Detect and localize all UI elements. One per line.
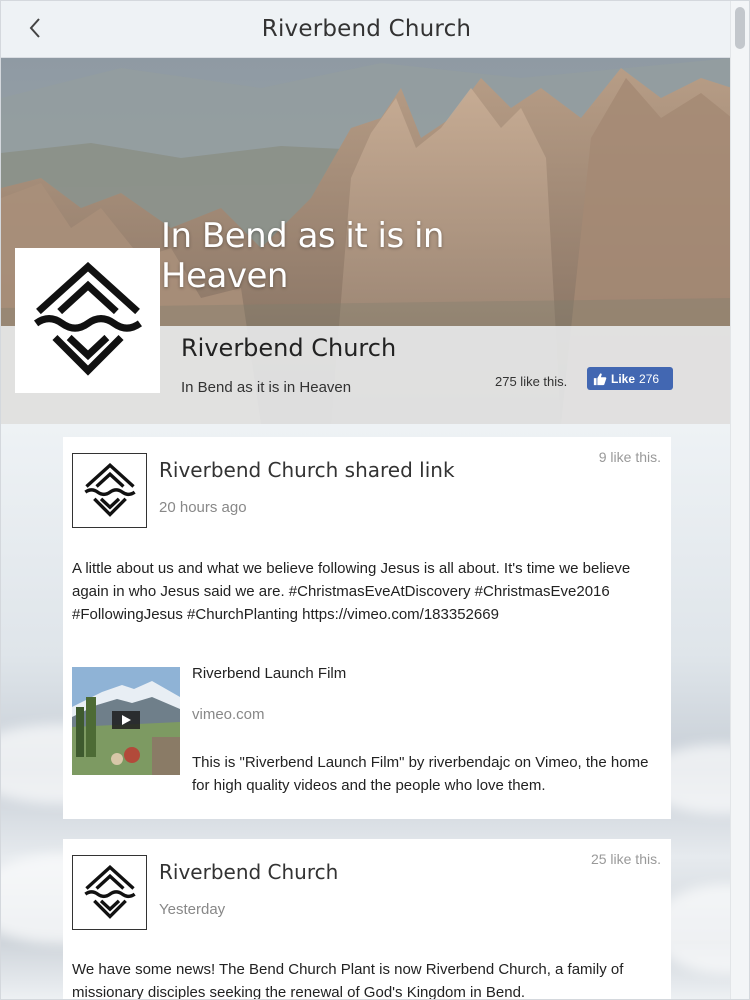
thumbs-up-icon <box>593 372 607 385</box>
page-name: Riverbend Church <box>181 334 397 362</box>
video-thumbnail-image <box>72 667 180 775</box>
like-button-label: Like <box>611 371 636 386</box>
feed-post: Riverbend Church shared link 20 hours ag… <box>63 437 671 819</box>
top-bar: Riverbend Church <box>1 1 732 58</box>
church-logo-icon <box>83 864 136 919</box>
avatar[interactable] <box>72 453 147 528</box>
page-like-count: 275 like this. <box>495 374 568 389</box>
like-button[interactable]: Like 276 <box>587 367 673 390</box>
post-body: A little about us and what we believe fo… <box>72 560 631 623</box>
church-logo-icon <box>83 462 136 517</box>
feed-post: Riverbend Church Yesterday 25 like this.… <box>63 839 671 1000</box>
post-like-count: 25 like this. <box>590 851 661 867</box>
post-like-count: 9 like this. <box>598 449 661 465</box>
like-button-count: 276 <box>639 371 660 386</box>
link-description: This is "Riverbend Launch Film" by river… <box>192 754 649 794</box>
cover-photo: In Bend as it is in Heaven Riverbend Chu… <box>1 58 732 424</box>
post-author[interactable]: Riverbend Church shared link <box>159 458 455 482</box>
profile-picture[interactable] <box>15 248 160 393</box>
link-domain: vimeo.com <box>192 706 265 723</box>
link-preview[interactable]: Riverbend Launch Film vimeo.com This is … <box>72 665 662 805</box>
page-subtitle: In Bend as it is in Heaven <box>181 379 352 396</box>
page-title: Riverbend Church <box>261 16 472 42</box>
cover-tagline: In Bend as it is in Heaven <box>161 216 444 296</box>
post-timestamp: Yesterday <box>159 901 226 918</box>
back-button[interactable] <box>21 13 49 43</box>
scrollbar[interactable] <box>730 1 749 999</box>
chevron-left-icon <box>29 18 40 38</box>
avatar[interactable] <box>72 855 147 930</box>
scrollbar-thumb[interactable] <box>735 7 745 49</box>
post-timestamp: 20 hours ago <box>159 499 247 516</box>
link-title[interactable]: Riverbend Launch Film <box>192 665 346 682</box>
app-window: Riverbend Church In Bend as it is in Hea… <box>0 0 750 1000</box>
post-body: We have some news! The Bend Church Plant… <box>72 961 624 1000</box>
post-author[interactable]: Riverbend Church <box>159 860 338 884</box>
church-logo-icon <box>33 261 142 376</box>
link-thumbnail[interactable] <box>72 667 180 775</box>
